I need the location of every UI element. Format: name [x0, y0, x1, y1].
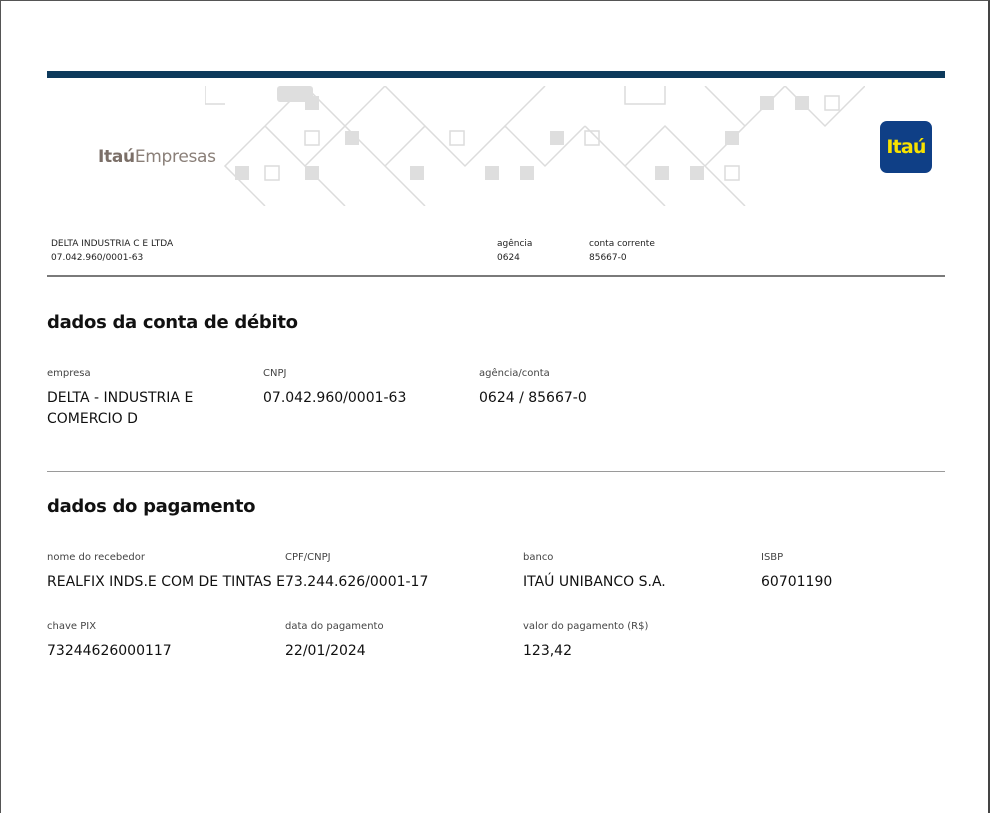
- header-agencia-label: agência: [497, 239, 533, 249]
- header-divider: [47, 275, 945, 277]
- logo-strong-text: Itaú: [98, 147, 135, 167]
- payment-recebedor-label: nome do recebedor: [47, 552, 145, 563]
- payment-valor-value: 123,42: [523, 643, 572, 659]
- itau-empresas-logo: ItaúEmpresas: [98, 147, 216, 167]
- debit-empresa-value: DELTA - INDUSTRIA E COMERCIO D: [47, 390, 194, 427]
- debit-cnpj-label: CNPJ: [263, 368, 287, 379]
- decorative-pattern: [205, 86, 865, 206]
- payment-cpf-cnpj-value: 73.244.626/0001-17: [285, 574, 429, 590]
- payment-banco-value: ITAÚ UNIBANCO S.A.: [523, 574, 666, 590]
- header-agencia-value: 0624: [497, 253, 520, 263]
- payment-ispb-value: 60701190: [761, 574, 833, 590]
- header-conta-value: 85667-0: [589, 253, 627, 263]
- payment-data-value: 22/01/2024: [285, 643, 366, 659]
- payment-banco-label: banco: [523, 552, 554, 563]
- logo-light-text: Empresas: [134, 147, 216, 167]
- debit-agencia-conta-label: agência/conta: [479, 368, 550, 379]
- payment-valor-label: valor do pagamento (R$): [523, 621, 649, 632]
- header-company-cnpj: 07.042.960/0001-63: [51, 253, 144, 263]
- payment-chave-value: 73244626000117: [47, 643, 172, 659]
- section-divider: [47, 471, 945, 472]
- payment-section-title: dados do pagamento: [47, 496, 256, 517]
- header-conta-label: conta corrente: [589, 239, 655, 249]
- debit-cnpj-value: 07.042.960/0001-63: [263, 390, 407, 406]
- payment-data-label: data do pagamento: [285, 621, 384, 632]
- payment-cpf-cnpj-label: CPF/CNPJ: [285, 552, 331, 563]
- debit-agencia-conta-value: 0624 / 85667-0: [479, 390, 587, 406]
- payment-chave-label: chave PIX: [47, 621, 97, 632]
- payment-recebedor-value: REALFIX INDS.E COM DE TINTAS E: [47, 574, 285, 590]
- header-accent-bar: [47, 71, 945, 78]
- header-company-name: DELTA INDUSTRIA C E LTDA: [51, 239, 174, 249]
- itau-badge-text: Itaú: [886, 136, 926, 158]
- debit-section-title: dados da conta de débito: [47, 312, 298, 333]
- debit-empresa-label: empresa: [47, 368, 91, 379]
- itau-badge-logo: Itaú: [880, 121, 932, 173]
- payment-ispb-label: ISBP: [761, 552, 784, 563]
